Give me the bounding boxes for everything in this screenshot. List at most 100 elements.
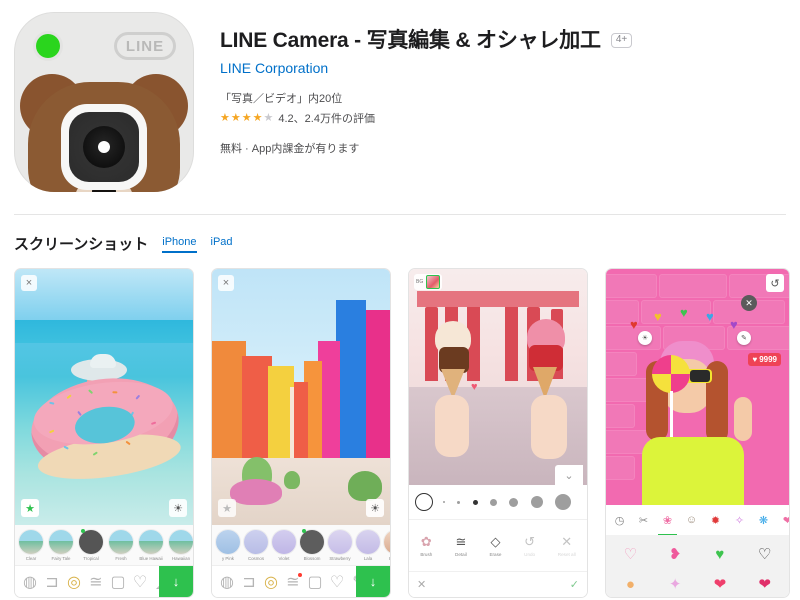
filter-icon[interactable]: ◎ [63,571,85,593]
download-icon: ↓ [172,574,180,589]
sticker-edit-icon[interactable]: ✎ [737,331,751,345]
screenshot-4-pink-wall-stickers[interactable]: ♥ ♥ ♥ ♥ ♥ ✕ ☀ ✎ ♥ 9999 ↺ ◷ ✂ ❀ ☺ ✹ ✧ ❋ ♡… [605,268,790,598]
filter-icon[interactable]: ◎ [260,571,282,593]
favorite-star-icon[interactable]: ★ [21,499,39,517]
brush-size-option[interactable] [530,496,543,508]
undo-icon[interactable]: ↺ [766,274,784,292]
sticker-item[interactable]: ♡ [742,539,787,569]
tool-erase[interactable]: ◇ Erase [489,534,501,557]
editor-toolbar[interactable]: ◍ ⊐ ◎ ≅ ▢ ♡ ✎ ↓ [212,565,390,597]
filter-item[interactable]: Strawberry [327,529,353,561]
screenshot-gallery[interactable]: × ★ ☀ Clear Fairy Tale Tropical Fresh Bl… [0,254,800,598]
price-label: 無料 · App内課金が有ります [220,143,360,155]
sticker-grid[interactable]: ♡ ❥ ♥ ♡ ● ✦ ❤ ❤ [606,535,789,597]
beauty-icon[interactable]: ◍ [216,571,238,593]
confirm-row[interactable]: ✕ ✓ [409,571,587,597]
tab-iphone[interactable]: iPhone [162,236,197,253]
sticker-brightness-icon[interactable]: ☀ [638,331,652,345]
adjust-icon[interactable]: ≅ [282,571,304,593]
sticker-item[interactable]: ♥ [698,539,743,569]
filter-item[interactable]: Cosmos [243,529,269,561]
filter-item-selected[interactable]: Tropical [78,528,104,561]
filter-strip[interactable]: y Pink Cosmos Violet Blossom Strawberry … [212,525,390,565]
app-icon[interactable]: LINE [14,12,194,192]
close-icon[interactable]: × [21,275,37,291]
app-info: LINE Camera - 写真編集 & オシャレ加工 4+ LINE Corp… [194,12,633,192]
filter-item[interactable]: Lala [355,529,381,561]
brush-size-option[interactable] [443,501,446,503]
screenshots-title: スクリーンショット [14,236,149,253]
crab-sticker-category[interactable]: ✹ [707,512,724,529]
brush-size-option[interactable] [457,500,461,504]
rating-value: 4.2、2.4万件の評価 [278,113,375,125]
filter-item[interactable]: Violet [271,529,297,561]
screenshot-3-ice-cream[interactable]: ♥ BG ⌄ ✿ Brush ≅ Detail ◇ Erase ↺ Undo ✕… [408,268,588,598]
favorite-star-icon[interactable]: ★ [218,499,236,517]
screenshots-header: スクリーンショット iPhone iPad [0,215,800,254]
filter-item[interactable]: Blue Hawaii [138,529,164,561]
frame-icon[interactable]: ▢ [304,571,326,593]
editor-toolbar[interactable]: ◍ ⊐ ◎ ≅ ▢ ♡ ◿ ↓ [15,565,193,597]
unicorn-sticker-category[interactable]: ✧ [731,512,748,529]
heart-icon[interactable]: ♡ [326,571,348,593]
close-icon[interactable]: × [218,275,234,291]
filter-item[interactable]: Fresh [108,529,134,561]
screenshot-2-colorful-houses[interactable]: × ★ ☀ y Pink Cosmos Violet Blossom Straw… [211,268,391,598]
sticker-item[interactable]: ♡ [608,539,653,569]
filter-item[interactable]: Clear [18,529,44,561]
sticker-item[interactable]: ❤ [698,569,743,597]
brush-size-option-selected[interactable] [472,499,478,505]
brightness-icon[interactable]: ☀ [169,499,187,517]
screenshot-1-beach-donut[interactable]: × ★ ☀ Clear Fairy Tale Tropical Fresh Bl… [14,268,194,598]
collapse-chevron-icon[interactable]: ⌄ [555,465,583,485]
sticker-item[interactable]: ● [608,569,653,597]
bg-thumbnail[interactable] [426,275,441,289]
like-count: 9999 [759,355,777,364]
brush-size-option[interactable] [509,497,519,507]
filter-item[interactable]: Fairy Tale [48,529,74,561]
undo-icon: ↺ [524,533,536,549]
sticker-item[interactable]: ❤ [742,569,787,597]
filter-item[interactable]: y Pink [215,529,241,561]
bear-sticker-category[interactable]: ☺ [683,512,700,529]
frame-icon[interactable]: ▢ [107,571,129,593]
filter-item[interactable]: Hawaiian [168,529,193,561]
tool-detail[interactable]: ≅ Detail [455,534,467,557]
brush-size-row[interactable] [409,485,587,519]
sticker-delete-icon[interactable]: ✕ [741,295,757,311]
cancel-icon[interactable]: ✕ [417,578,426,591]
crop-icon[interactable]: ⊐ [238,571,260,593]
sticker-category-bar[interactable]: ◷ ✂ ❀ ☺ ✹ ✧ ❋ ❤ ✦ [606,505,789,535]
brightness-icon[interactable]: ☀ [366,499,384,517]
hearts-sticker-category[interactable]: ❀ [658,512,677,535]
save-button[interactable]: ↓ [159,566,193,597]
clock-icon[interactable]: ◷ [611,512,628,529]
device-tabs: iPhone iPad [162,236,233,253]
brush-size-option[interactable] [554,494,571,510]
tool-reset-all[interactable]: ✕ Reset all [558,534,576,557]
brush-size-option[interactable] [489,498,497,506]
download-icon: ↓ [369,574,377,589]
tool-undo[interactable]: ↺ Undo [524,533,536,557]
background-thumbnail-chip[interactable]: BG [414,274,443,290]
dog-sticker-category[interactable]: ❤ [779,512,789,529]
beauty-icon[interactable]: ◍ [19,571,41,593]
scissors-icon[interactable]: ✂ [635,512,652,529]
brush-tools-row[interactable]: ✿ Brush ≅ Detail ◇ Erase ↺ Undo ✕ Reset all [409,519,587,571]
adjust-icon[interactable]: ≅ [85,571,107,593]
star-rating: ★ ★ ★ ★ ★ [220,111,274,124]
filter-item-selected[interactable]: Blossom [299,528,325,561]
tab-ipad[interactable]: iPad [211,236,233,253]
category-rank: 「写真／ビデオ」内20位 [220,93,343,105]
crop-icon[interactable]: ⊐ [41,571,63,593]
filter-item[interactable]: Beauty [383,529,390,561]
balloon-sticker-category[interactable]: ❋ [755,512,772,529]
save-button[interactable]: ↓ [356,566,390,597]
sticker-item[interactable]: ❥ [653,539,698,569]
tool-brush[interactable]: ✿ Brush [420,534,432,557]
filter-strip[interactable]: Clear Fairy Tale Tropical Fresh Blue Haw… [15,525,193,565]
heart-icon[interactable]: ♡ [129,571,151,593]
confirm-icon[interactable]: ✓ [570,578,579,591]
sticker-item[interactable]: ✦ [653,569,698,597]
developer-link[interactable]: LINE Corporation [220,60,632,76]
